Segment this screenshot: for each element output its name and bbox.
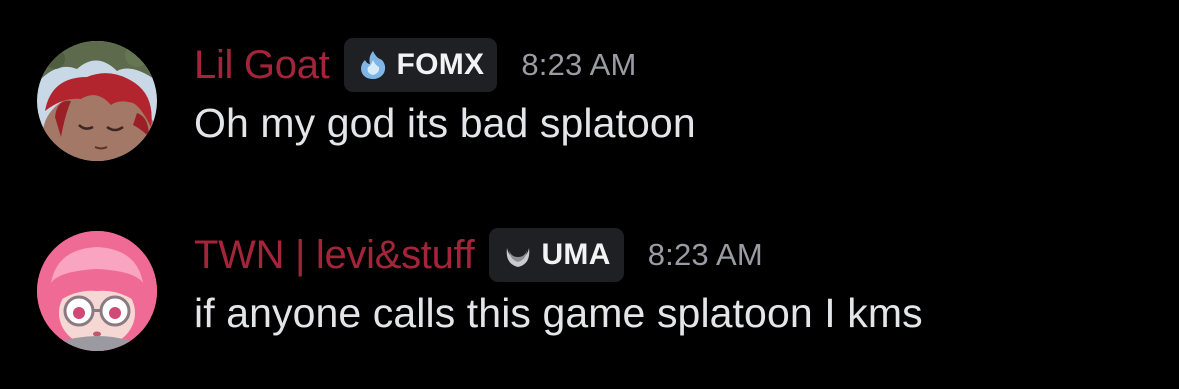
- blue-flame-badge-icon: [356, 48, 390, 82]
- message-timestamp[interactable]: 8:23 AM: [521, 47, 636, 83]
- username[interactable]: Lil Goat: [194, 36, 330, 94]
- server-tag[interactable]: UMA: [489, 228, 624, 282]
- user-avatar[interactable]: [37, 41, 157, 161]
- server-tag[interactable]: FOMX: [344, 38, 498, 92]
- crescent-moon-badge-icon: [501, 238, 535, 272]
- message-content: if anyone calls this game splatoon I kms: [194, 290, 923, 336]
- chat-message-list: Lil Goat FOMX 8:23 AM Oh my god its bad …: [0, 0, 1179, 389]
- message-content: Oh my god its bad splatoon: [194, 100, 696, 146]
- message-header: TWN | levi&stuff UMA 8:23 AM: [194, 226, 763, 284]
- server-tag-label: UMA: [541, 238, 611, 271]
- chat-message: TWN | levi&stuff UMA 8:23 AM if anyone c…: [0, 218, 1179, 368]
- chat-message: Lil Goat FOMX 8:23 AM Oh my god its bad …: [0, 28, 1179, 178]
- message-header: Lil Goat FOMX 8:23 AM: [194, 36, 636, 94]
- avatar-pink-hair-glasses-character-icon: [37, 231, 157, 351]
- username[interactable]: TWN | levi&stuff: [194, 226, 475, 284]
- user-avatar[interactable]: [37, 231, 157, 351]
- avatar-red-hair-character-icon: [37, 41, 157, 161]
- message-timestamp[interactable]: 8:23 AM: [648, 237, 763, 273]
- server-tag-label: FOMX: [396, 48, 485, 81]
